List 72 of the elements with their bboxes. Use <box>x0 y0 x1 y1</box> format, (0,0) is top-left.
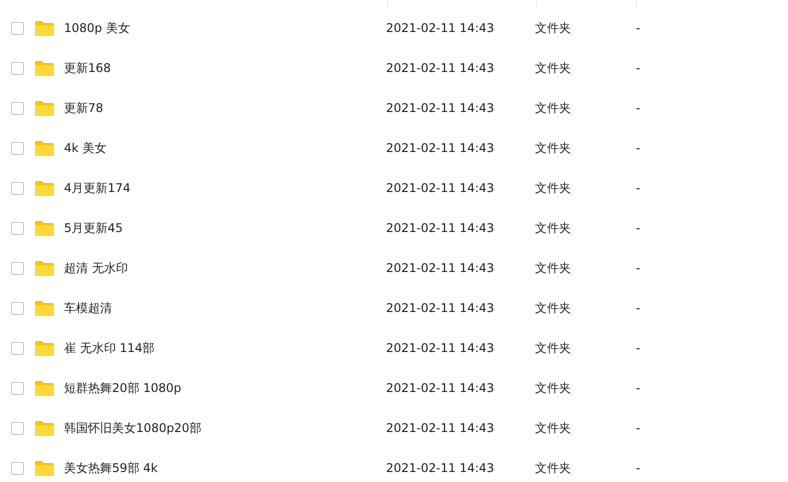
modified-date: 2021-02-11 14:43 <box>386 61 494 75</box>
folder-icon <box>34 380 55 396</box>
file-size: - <box>636 181 640 195</box>
file-name[interactable]: 超清 无水印 <box>64 261 128 275</box>
folder-icon <box>34 140 55 156</box>
file-name[interactable]: 1080p 美女 <box>64 21 130 35</box>
file-size: - <box>636 461 640 475</box>
file-name[interactable]: 短群热舞20部 1080p <box>64 381 182 395</box>
file-size: - <box>636 301 640 315</box>
file-type: 文件夹 <box>535 141 571 155</box>
file-type: 文件夹 <box>535 381 571 395</box>
file-type: 文件夹 <box>535 21 571 35</box>
modified-date: 2021-02-11 14:43 <box>386 421 494 435</box>
checkbox[interactable] <box>11 422 24 434</box>
file-name[interactable]: 韩国怀旧美女1080p20部 <box>64 421 202 435</box>
modified-date: 2021-02-11 14:43 <box>386 101 494 115</box>
folder-icon <box>34 420 55 436</box>
modified-date: 2021-02-11 14:43 <box>386 301 494 315</box>
file-size: - <box>636 221 640 235</box>
file-name[interactable]: 更新168 <box>64 61 111 75</box>
file-type: 文件夹 <box>535 101 571 115</box>
file-size: - <box>636 21 640 35</box>
modified-date: 2021-02-11 14:43 <box>386 221 494 235</box>
checkbox[interactable] <box>11 22 24 34</box>
file-name[interactable]: 美女热舞59部 4k <box>64 461 158 475</box>
file-size: - <box>636 61 640 75</box>
file-name[interactable]: 更新78 <box>64 101 104 115</box>
file-type: 文件夹 <box>535 461 571 475</box>
file-size: - <box>636 341 640 355</box>
file-size: - <box>636 381 640 395</box>
file-type: 文件夹 <box>535 181 571 195</box>
file-type: 文件夹 <box>535 301 571 315</box>
file-size: - <box>636 261 640 275</box>
file-name[interactable]: 4k 美女 <box>64 141 106 155</box>
folder-icon <box>34 60 55 76</box>
folder-icon <box>34 460 55 476</box>
file-type: 文件夹 <box>535 61 571 75</box>
folder-icon <box>34 260 55 276</box>
file-type: 文件夹 <box>535 261 571 275</box>
file-name[interactable]: 车模超清 <box>64 301 112 315</box>
file-name[interactable]: 4月更新174 <box>64 181 131 195</box>
checkbox[interactable] <box>11 342 24 354</box>
modified-date: 2021-02-11 14:43 <box>386 261 494 275</box>
modified-date: 2021-02-11 14:43 <box>386 341 494 355</box>
checkbox[interactable] <box>11 262 24 274</box>
checkbox[interactable] <box>11 382 24 394</box>
modified-date: 2021-02-11 14:43 <box>386 461 494 475</box>
checkbox[interactable] <box>11 462 24 474</box>
checkbox[interactable] <box>11 222 24 234</box>
folder-icon <box>34 20 55 36</box>
file-size: - <box>636 141 640 155</box>
file-type: 文件夹 <box>535 421 571 435</box>
checkbox[interactable] <box>11 182 24 194</box>
file-size: - <box>636 421 640 435</box>
file-name[interactable]: 5月更新45 <box>64 221 123 235</box>
checkbox[interactable] <box>11 102 24 114</box>
folder-icon <box>34 220 55 236</box>
folder-icon <box>34 340 55 356</box>
file-name[interactable]: 崔 无水印 114部 <box>64 341 155 355</box>
checkbox[interactable] <box>11 62 24 74</box>
folder-icon <box>34 180 55 196</box>
modified-date: 2021-02-11 14:43 <box>386 181 494 195</box>
checkbox[interactable] <box>11 142 24 154</box>
file-type: 文件夹 <box>535 341 571 355</box>
modified-date: 2021-02-11 14:43 <box>386 141 494 155</box>
file-type: 文件夹 <box>535 221 571 235</box>
modified-date: 2021-02-11 14:43 <box>386 381 494 395</box>
folder-icon <box>34 300 55 316</box>
modified-date: 2021-02-11 14:43 <box>386 21 494 35</box>
checkbox[interactable] <box>11 302 24 314</box>
file-size: - <box>636 101 640 115</box>
folder-icon <box>34 100 55 116</box>
